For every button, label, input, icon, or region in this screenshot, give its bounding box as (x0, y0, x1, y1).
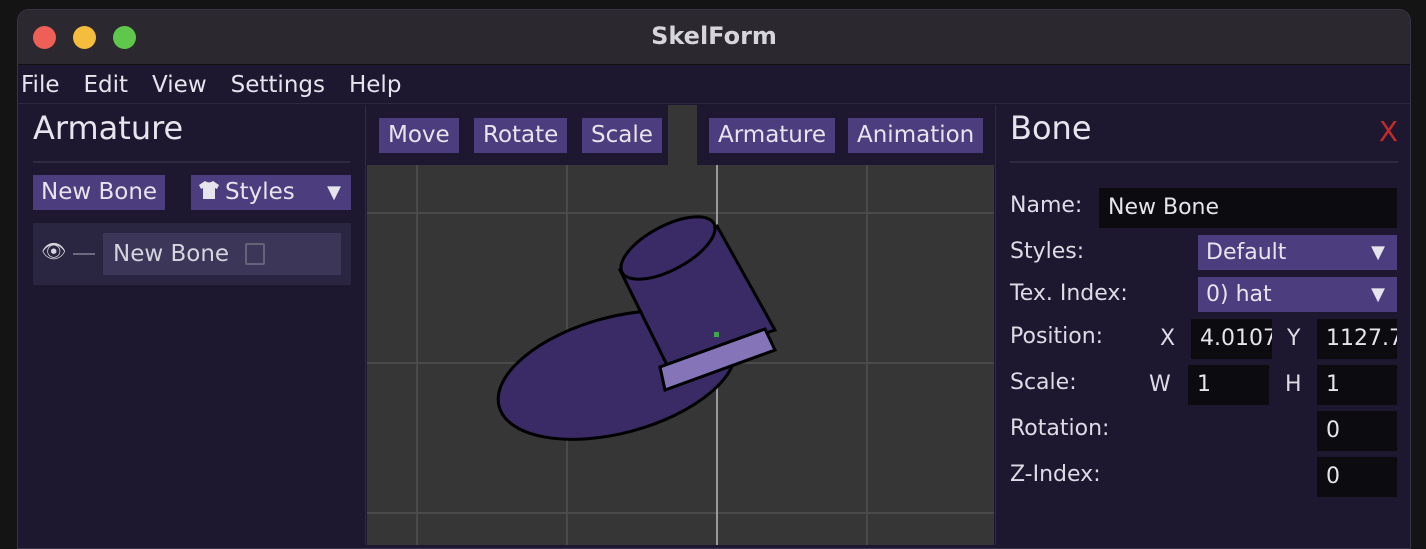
divider (33, 161, 350, 163)
title-bar: SkelForm (18, 10, 1410, 65)
menu-settings[interactable]: Settings (231, 72, 325, 98)
app-window: SkelForm File Edit View Settings Help Ar… (17, 9, 1411, 549)
armature-mode-button[interactable]: Armature (709, 118, 835, 153)
menu-bar: File Edit View Settings Help (18, 66, 1410, 104)
armature-panel-title: Armature (33, 109, 184, 147)
menu-file[interactable]: File (21, 72, 60, 98)
name-label: Name: (1010, 193, 1083, 218)
divider (1010, 161, 1398, 163)
animation-mode-button[interactable]: Animation (848, 118, 984, 153)
styles-label: Styles: (1010, 239, 1085, 264)
tex-index-label: Tex. Index: (1010, 281, 1128, 306)
eye-icon[interactable]: 👁 (41, 239, 66, 263)
viewport-canvas[interactable] (367, 105, 994, 545)
tex-index-select-value: 0) hat (1206, 282, 1272, 307)
new-bone-button[interactable]: New Bone (33, 175, 166, 210)
tex-index-select[interactable]: 0) hat ▼ (1198, 277, 1397, 312)
z-index-label: Z-Index: (1010, 462, 1101, 487)
styles-select-value: Default (1206, 240, 1287, 265)
scale-w-field[interactable]: 1 (1188, 365, 1269, 405)
close-icon[interactable]: X (1379, 115, 1398, 148)
styles-select[interactable]: Default ▼ (1198, 235, 1397, 270)
scale-label: Scale: (1010, 370, 1077, 395)
styles-dropdown[interactable]: Styles ▼ (191, 175, 351, 210)
list-item[interactable]: New Bone (103, 233, 341, 275)
scale-h-field[interactable]: 1 (1317, 365, 1397, 405)
bone-origin-marker (714, 332, 719, 337)
rotate-tool-button[interactable]: Rotate (474, 118, 568, 153)
bone-panel-title: Bone (1010, 109, 1092, 147)
armature-panel: Armature New Bone Styles ▼ 👁 New Bone (18, 105, 366, 545)
bone-name: New Bone (113, 241, 230, 267)
position-y-label: Y (1287, 326, 1301, 351)
bone-panel: Bone X Name: New Bone Styles: Default ▼ … (995, 105, 1410, 545)
menu-edit[interactable]: Edit (84, 72, 129, 98)
menu-help[interactable]: Help (349, 72, 401, 98)
menu-view[interactable]: View (152, 72, 207, 98)
viewport[interactable]: Move Rotate Scale Armature Animation (367, 105, 994, 545)
image-icon (245, 243, 265, 265)
hat-sprite (496, 215, 778, 441)
name-field[interactable]: New Bone (1099, 188, 1397, 228)
move-tool-button[interactable]: Move (379, 118, 459, 153)
position-x-field[interactable]: 4.0107 (1191, 319, 1272, 359)
shirt-icon (199, 175, 219, 210)
position-x-label: X (1160, 326, 1176, 351)
bone-list: 👁 New Bone (33, 223, 351, 285)
rotation-label: Rotation: (1010, 416, 1110, 441)
z-index-field[interactable]: 0 (1317, 457, 1397, 497)
position-label: Position: (1010, 324, 1104, 349)
chevron-down-icon: ▼ (1371, 242, 1385, 263)
scale-tool-button[interactable]: Scale (582, 118, 662, 153)
chevron-down-icon: ▼ (327, 182, 341, 203)
scale-h-label: H (1285, 372, 1302, 397)
window-title: SkelForm (651, 22, 777, 50)
styles-dropdown-label: Styles (225, 179, 295, 205)
hierarchy-line (73, 253, 95, 255)
chevron-down-icon: ▼ (1371, 284, 1385, 305)
position-y-field[interactable]: 1127.7 (1317, 319, 1397, 359)
rotation-field[interactable]: 0 (1317, 411, 1397, 451)
scale-w-label: W (1149, 372, 1171, 397)
